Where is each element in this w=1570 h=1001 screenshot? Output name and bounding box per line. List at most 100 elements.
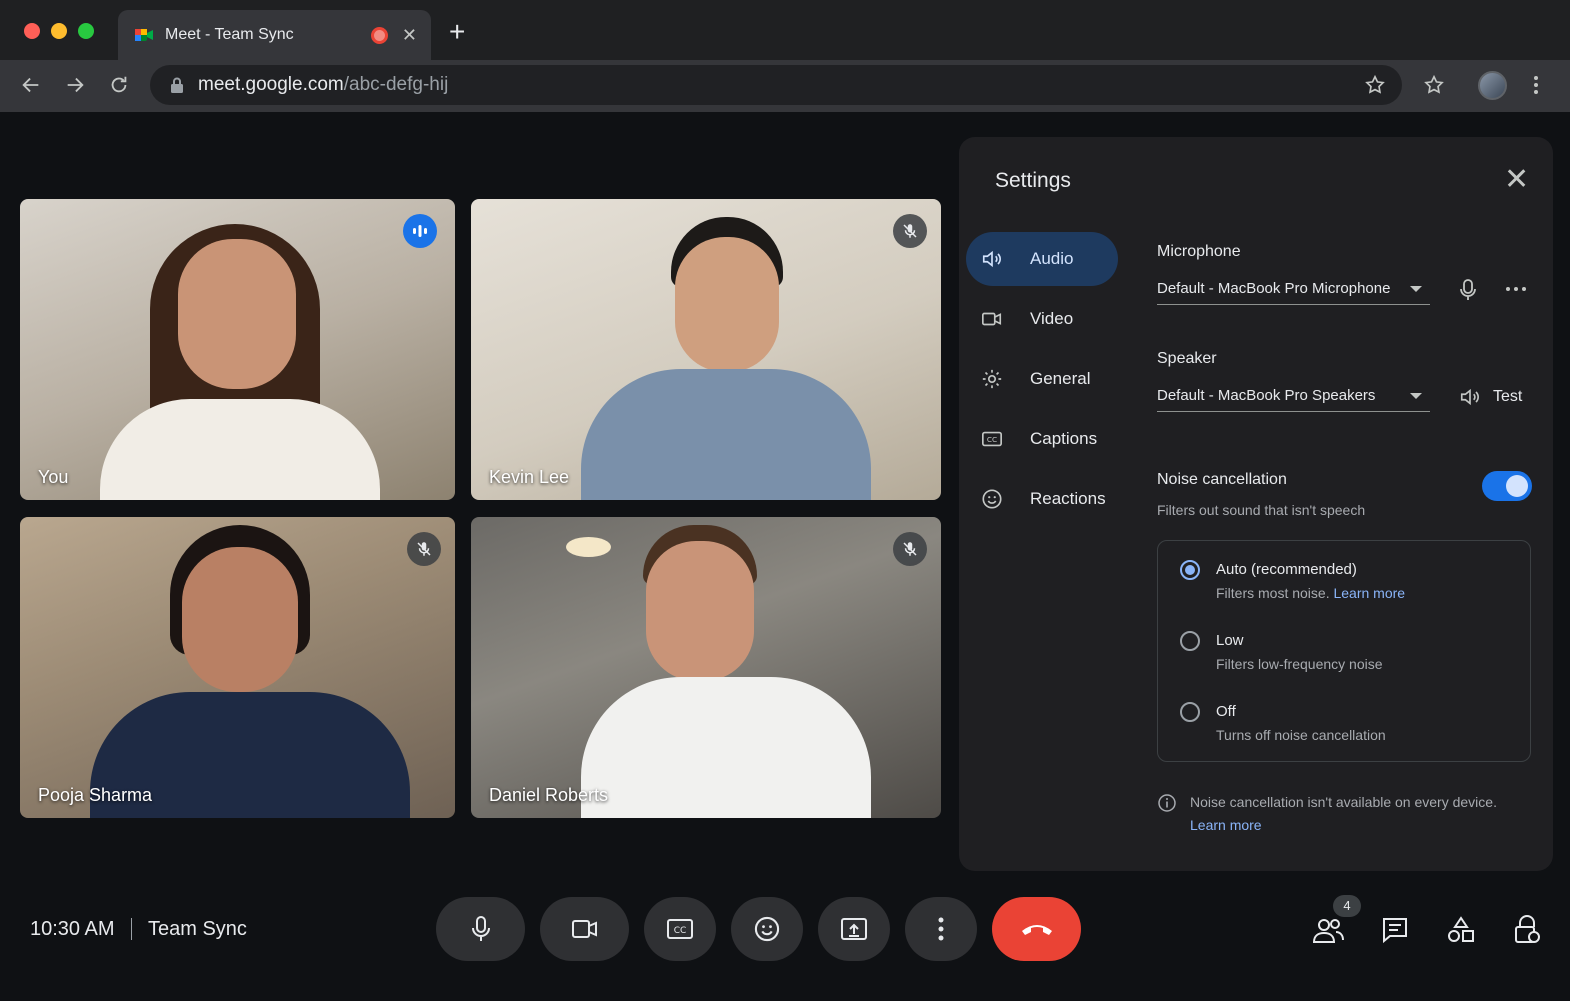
video-tile-pooja-sharma[interactable]: Pooja Sharma (20, 517, 455, 818)
people-icon (1312, 919, 1344, 943)
option-title: Auto (recommended) (1216, 561, 1357, 578)
radio-auto[interactable] (1180, 560, 1200, 580)
video-tile-kevin-lee[interactable]: Kevin Lee (471, 199, 941, 500)
video-tile-you[interactable]: You (20, 199, 455, 500)
host-controls-button[interactable] (1511, 914, 1543, 946)
minimize-window-button[interactable] (51, 23, 67, 39)
settings-nav-reactions[interactable]: Reactions (966, 472, 1118, 526)
test-label: Test (1493, 388, 1523, 405)
microphone-value: Default - MacBook Pro Microphone (1157, 280, 1391, 297)
test-speaker-button[interactable]: Test (1459, 386, 1522, 408)
divider (131, 918, 132, 940)
meet-favicon-icon (134, 25, 154, 45)
profile-avatar[interactable] (1478, 71, 1507, 100)
muted-mic-icon (407, 532, 441, 566)
participant-shirt (581, 677, 871, 818)
microphone-button[interactable] (436, 897, 525, 961)
microphone-select[interactable]: Default - MacBook Pro Microphone (1157, 275, 1430, 305)
speaker-label: Speaker (1157, 350, 1217, 367)
more-vert-icon (938, 917, 944, 941)
microphone-label: Microphone (1157, 243, 1241, 260)
settings-nav-audio[interactable]: Audio (966, 232, 1118, 286)
more-options-button[interactable] (905, 897, 977, 961)
forward-arrow-icon[interactable] (64, 74, 86, 96)
people-button[interactable] (1312, 914, 1344, 946)
settings-nav-label: Audio (1030, 249, 1074, 268)
meeting-time: 10:30 AM (30, 918, 115, 940)
settings-nav-general[interactable]: General (966, 352, 1118, 406)
smiley-icon (754, 916, 780, 942)
address-bar[interactable]: meet.google.com/abc-defg-hij (150, 65, 1402, 105)
speaker-select[interactable]: Default - MacBook Pro Speakers (1157, 382, 1430, 412)
option-description: Filters low-frequency noise (1216, 656, 1383, 672)
reactions-button[interactable] (731, 897, 803, 961)
present-screen-button[interactable] (818, 897, 890, 961)
meeting-name: Team Sync (148, 918, 247, 940)
info-text: Noise cancellation isn't available on ev… (1190, 794, 1497, 810)
info-icon (1158, 794, 1176, 812)
window-controls (24, 23, 94, 39)
browser-menu-icon[interactable] (1526, 74, 1546, 96)
bookmark-star-icon[interactable] (1364, 74, 1386, 96)
noise-cancellation-toggle[interactable] (1482, 471, 1532, 501)
speaking-indicator-icon (403, 214, 437, 248)
radio-off[interactable] (1180, 702, 1200, 722)
captions-icon: CC (980, 427, 1004, 451)
camera-button[interactable] (540, 897, 629, 961)
video-camera-icon (571, 920, 597, 938)
option-title: Off (1216, 703, 1236, 720)
settings-nav-label: Video (1030, 309, 1074, 328)
settings-nav-captions[interactable]: CC Captions (966, 412, 1118, 466)
end-call-icon (1021, 925, 1052, 935)
present-screen-icon (841, 918, 867, 940)
bookmarks-star-icon[interactable] (1423, 74, 1445, 96)
noise-cancellation-description: Filters out sound that isn't speech (1157, 502, 1366, 518)
browser-tab[interactable]: Meet - Team Sync ✕ (118, 10, 431, 60)
gear-icon (980, 367, 1004, 391)
muted-mic-icon (893, 214, 927, 248)
activities-icon (1448, 916, 1474, 942)
dropdown-arrow-icon (1410, 393, 1422, 399)
smiley-icon (980, 487, 1004, 511)
svg-text:CC: CC (987, 435, 997, 444)
learn-more-link[interactable]: Learn more (1333, 585, 1405, 601)
participant-shirt (581, 369, 871, 500)
speaker-value: Default - MacBook Pro Speakers (1157, 387, 1376, 404)
tab-title: Meet - Team Sync (165, 26, 294, 43)
maximize-window-button[interactable] (78, 23, 94, 39)
speaker-icon (980, 247, 1004, 271)
activities-button[interactable] (1445, 914, 1477, 946)
settings-nav-label: Captions (1030, 429, 1098, 448)
participant-face (178, 239, 296, 389)
video-tile-daniel-roberts[interactable]: Daniel Roberts (471, 517, 941, 818)
reload-icon[interactable] (108, 74, 130, 96)
captions-button[interactable]: CC (644, 897, 716, 961)
svg-text:CC: CC (674, 926, 687, 936)
leave-call-button[interactable] (992, 897, 1081, 961)
video-camera-icon (980, 307, 1004, 331)
tile-name: Pooja Sharma (38, 785, 153, 805)
participant-face (646, 541, 754, 681)
close-window-button[interactable] (24, 23, 40, 39)
participant-face (675, 237, 779, 372)
chat-button[interactable] (1379, 914, 1411, 946)
chat-icon (1383, 918, 1407, 944)
participant-shirt (100, 399, 380, 500)
settings-nav-video[interactable]: Video (966, 292, 1118, 346)
host-controls-lock-icon (1515, 915, 1540, 943)
speaker-icon (1460, 388, 1479, 406)
close-tab-icon[interactable]: ✕ (402, 25, 417, 46)
more-options-icon[interactable] (1505, 285, 1527, 293)
new-tab-button[interactable]: + (449, 18, 465, 46)
info-learn-more-link[interactable]: Learn more (1190, 817, 1262, 833)
settings-panel: Settings ✕ Audio Video General CC Captio… (959, 137, 1553, 871)
tile-name: Daniel Roberts (489, 785, 609, 805)
microphone-icon[interactable] (1458, 278, 1478, 302)
close-settings-icon[interactable]: ✕ (1504, 165, 1529, 195)
option-description: Filters most noise. Learn more (1216, 585, 1406, 601)
tile-name: You (38, 467, 69, 487)
settings-nav-label: General (1030, 369, 1091, 388)
radio-low[interactable] (1180, 631, 1200, 651)
toggle-knob (1506, 475, 1528, 497)
back-arrow-icon[interactable] (20, 74, 42, 96)
